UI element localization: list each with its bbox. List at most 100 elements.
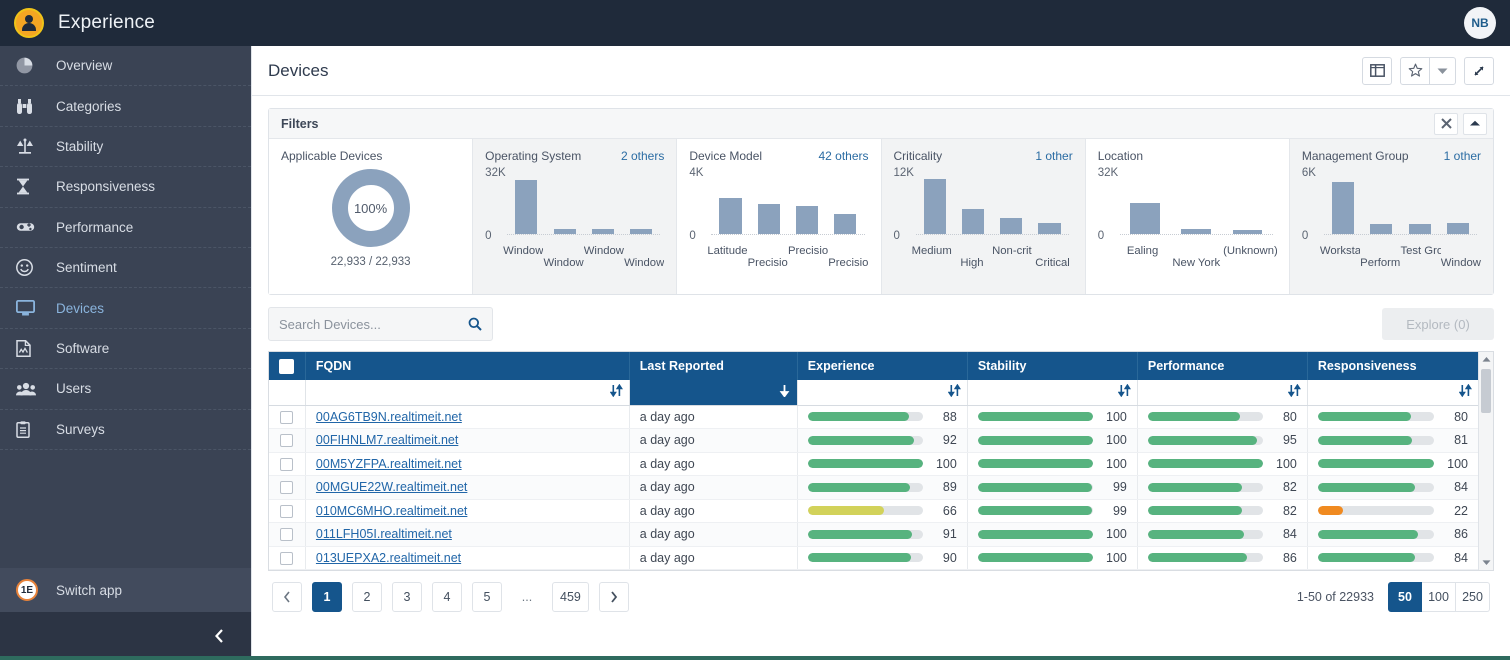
bar-slot[interactable]: [750, 169, 788, 234]
fqdn-link[interactable]: 00MGUE22W.realtimeit.net: [316, 480, 467, 494]
row-checkbox[interactable]: [280, 528, 294, 542]
switch-app-button[interactable]: 1E Switch app: [0, 568, 251, 612]
next-page-button[interactable]: [598, 582, 629, 612]
row-select-cell[interactable]: [269, 452, 306, 476]
search-icon[interactable]: [468, 317, 482, 331]
bar[interactable]: [923, 179, 946, 234]
bar-slot[interactable]: [584, 169, 622, 234]
bar[interactable]: [553, 229, 576, 234]
sidebar-item-sentiment[interactable]: Sentiment: [0, 248, 251, 289]
column-header-stability[interactable]: Stability: [967, 352, 1138, 380]
page-button-3[interactable]: 3: [392, 582, 422, 612]
bar[interactable]: [591, 229, 615, 234]
fqdn-link[interactable]: 010MC6MHO.realtimeit.net: [316, 504, 467, 518]
table-row[interactable]: 00M5YZFPA.realtimeit.net a day ago 100 100 1…: [269, 452, 1480, 476]
bar[interactable]: [1038, 223, 1061, 234]
row-select-cell[interactable]: [269, 405, 306, 429]
bar[interactable]: [757, 204, 780, 234]
sort-button-responsiveness[interactable]: [1307, 380, 1480, 406]
table-scrollbar[interactable]: [1478, 352, 1493, 570]
bar-slot[interactable]: [711, 169, 749, 234]
bar-slot[interactable]: [1362, 169, 1400, 234]
fqdn-link[interactable]: 00AG6TB9N.realtimeit.net: [316, 410, 462, 424]
row-checkbox[interactable]: [280, 410, 294, 424]
sidebar-item-devices[interactable]: Devices: [0, 288, 251, 329]
page-button-1[interactable]: 1: [312, 582, 342, 612]
fqdn-link[interactable]: 013UEPXA2.realtimeit.net: [316, 551, 461, 565]
table-row[interactable]: 00FIHNLM7.realtimeit.net a day ago 92 100 95…: [269, 428, 1480, 453]
table-row[interactable]: 013UEPXA2.realtimeit.net a day ago 90 100 86…: [269, 546, 1480, 570]
avatar[interactable]: NB: [1464, 7, 1496, 39]
bar-slot[interactable]: [788, 169, 826, 234]
favorite-button[interactable]: [1400, 56, 1430, 85]
bar-slot[interactable]: [992, 169, 1030, 234]
bar[interactable]: [1130, 203, 1161, 234]
bar-slot[interactable]: [507, 169, 545, 234]
bar[interactable]: [719, 198, 742, 234]
bar-slot[interactable]: [1400, 169, 1438, 234]
page-size-50[interactable]: 50: [1388, 582, 1422, 612]
page-button-2[interactable]: 2: [352, 582, 382, 612]
sidebar-item-categories[interactable]: Categories: [0, 86, 251, 127]
bar-slot[interactable]: [1222, 169, 1273, 234]
table-row[interactable]: 011LFH05I.realtimeit.net a day ago 91 100 84…: [269, 522, 1480, 547]
row-select-cell[interactable]: [269, 475, 306, 500]
bar-slot[interactable]: [545, 169, 583, 234]
column-header-last-reported[interactable]: Last Reported: [629, 352, 798, 380]
expand-button[interactable]: [1464, 56, 1494, 85]
row-select-cell[interactable]: [269, 522, 306, 547]
brand[interactable]: Experience: [0, 8, 251, 38]
bar-slot[interactable]: [954, 169, 992, 234]
row-checkbox[interactable]: [280, 434, 294, 448]
explore-button[interactable]: Explore (0): [1382, 308, 1494, 340]
page-size-100[interactable]: 100: [1422, 582, 1456, 612]
page-size-250[interactable]: 250: [1456, 582, 1490, 612]
scroll-down-button[interactable]: [1479, 555, 1493, 570]
bar-slot[interactable]: [1439, 169, 1477, 234]
row-checkbox[interactable]: [280, 457, 294, 471]
page-button-4[interactable]: 4: [432, 582, 462, 612]
sidebar-item-responsiveness[interactable]: Responsiveness: [0, 167, 251, 208]
row-select-cell[interactable]: [269, 428, 306, 453]
bar[interactable]: [1331, 182, 1355, 234]
select-all-checkbox[interactable]: [279, 358, 295, 374]
fqdn-link[interactable]: 00M5YZFPA.realtimeit.net: [316, 457, 462, 471]
sidebar-collapse-button[interactable]: [0, 612, 251, 660]
row-checkbox[interactable]: [280, 551, 294, 565]
select-all-header[interactable]: [269, 352, 306, 380]
bar[interactable]: [1232, 230, 1263, 234]
bar[interactable]: [1408, 224, 1431, 234]
favorite-dropdown-button[interactable]: [1430, 56, 1456, 85]
sort-button-stability[interactable]: [967, 380, 1138, 406]
sidebar-item-overview[interactable]: Overview: [0, 46, 251, 87]
fqdn-link[interactable]: 011LFH05I.realtimeit.net: [316, 527, 452, 541]
bar[interactable]: [834, 214, 857, 234]
bar-slot[interactable]: [1171, 169, 1222, 234]
bar-slot[interactable]: [826, 169, 864, 234]
sidebar-item-users[interactable]: Users: [0, 369, 251, 410]
bar[interactable]: [1000, 218, 1023, 234]
bar-slot[interactable]: [622, 169, 660, 234]
filters-collapse-button[interactable]: [1463, 112, 1487, 135]
bar-slot[interactable]: [1120, 169, 1171, 234]
search-box[interactable]: [268, 307, 493, 341]
row-checkbox[interactable]: [280, 481, 294, 495]
column-header-fqdn[interactable]: FQDN: [305, 352, 630, 380]
table-row[interactable]: 00AG6TB9N.realtimeit.net a day ago 88 100 80…: [269, 405, 1480, 429]
row-select-cell[interactable]: [269, 546, 306, 570]
sidebar-item-stability[interactable]: Stability: [0, 127, 251, 168]
table-row[interactable]: 010MC6MHO.realtimeit.net a day ago 66 99 82 2…: [269, 499, 1480, 523]
page-button-5[interactable]: 5: [472, 582, 502, 612]
bar[interactable]: [1446, 223, 1469, 234]
sidebar-item-surveys[interactable]: Surveys: [0, 410, 251, 450]
sort-button-experience[interactable]: [797, 380, 968, 406]
bar-slot[interactable]: [1030, 169, 1068, 234]
filters-close-button[interactable]: [1434, 112, 1458, 135]
table-row[interactable]: 00MGUE22W.realtimeit.net a day ago 89 99 82 8…: [269, 475, 1480, 500]
bar[interactable]: [630, 229, 653, 234]
column-header-responsiveness[interactable]: Responsiveness: [1307, 352, 1480, 380]
sort-button-fqdn[interactable]: [305, 380, 630, 406]
row-checkbox[interactable]: [280, 504, 294, 518]
fqdn-link[interactable]: 00FIHNLM7.realtimeit.net: [316, 433, 458, 447]
column-header-performance[interactable]: Performance: [1137, 352, 1308, 380]
